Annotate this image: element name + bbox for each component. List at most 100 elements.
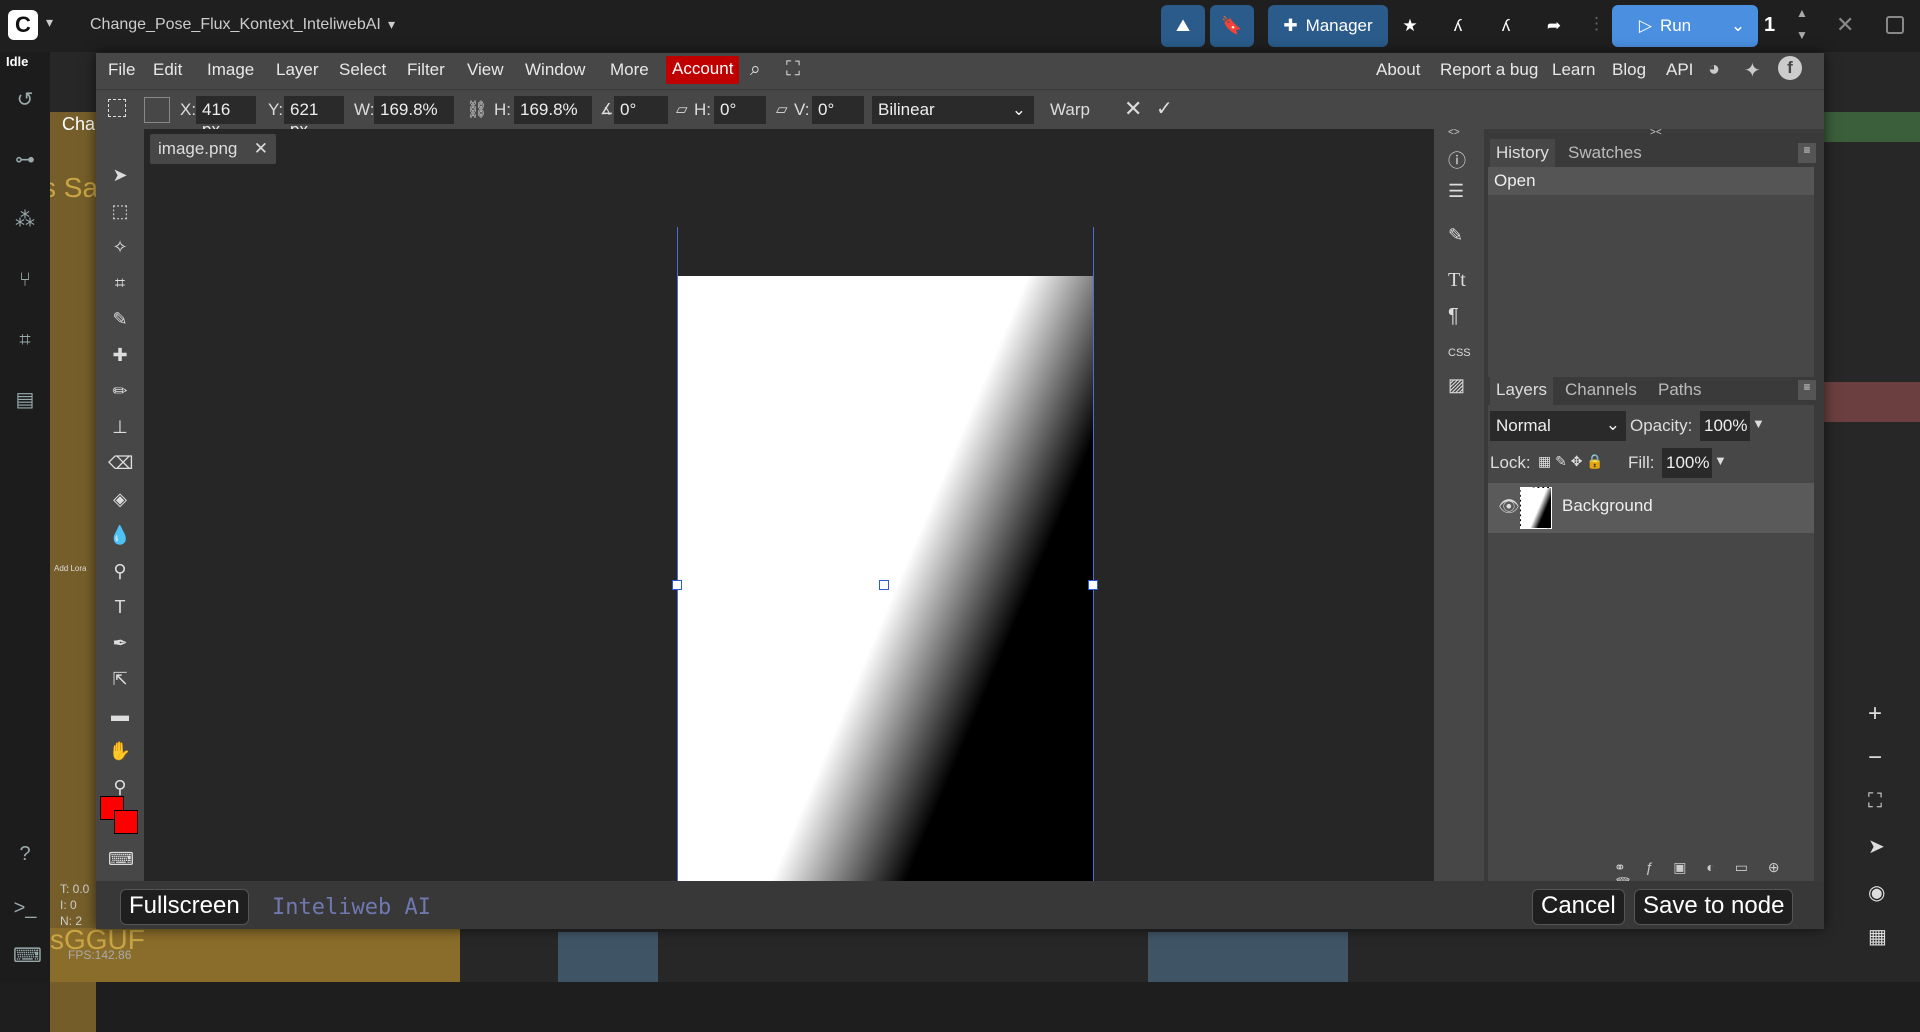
layer-visibility-eye-icon[interactable]: 👁 xyxy=(1498,497,1520,517)
height-input[interactable]: 169.8% xyxy=(514,96,592,124)
fill-dropdown-icon[interactable]: ▼ xyxy=(1714,453,1727,468)
menu-layer[interactable]: Layer xyxy=(276,60,319,80)
zoom-out-icon[interactable]: − xyxy=(1868,744,1882,772)
minimap-icon[interactable]: ▦ xyxy=(1868,924,1887,949)
tab-layers[interactable]: Layers xyxy=(1490,375,1554,405)
eraser-tool-icon[interactable]: ⌫ xyxy=(108,451,133,475)
cancel-button[interactable]: Cancel xyxy=(1532,889,1625,925)
menu-edit[interactable]: Edit xyxy=(153,60,182,80)
menu-blog[interactable]: Blog xyxy=(1612,60,1646,80)
info-icon[interactable]: ⓘ xyxy=(1448,147,1466,173)
crop-tool-icon[interactable]: ⌗ xyxy=(108,271,132,295)
facebook-icon[interactable]: f xyxy=(1778,56,1802,80)
workflow-title[interactable]: Change_Pose_Flux_Kontext_InteliwebAI xyxy=(90,16,381,34)
star-button[interactable]: ★ xyxy=(1392,5,1428,47)
pen-tool-icon[interactable]: ✒ xyxy=(108,631,132,655)
hook-button-2[interactable]: ʎ xyxy=(1488,5,1524,47)
angle-input[interactable]: 0° xyxy=(614,96,668,124)
templates-icon[interactable]: ⌗ xyxy=(13,328,37,352)
keyboard-icon[interactable]: ⌨ xyxy=(108,847,134,871)
css-icon[interactable]: CSS xyxy=(1448,347,1471,359)
run-button[interactable]: ▷ Run xyxy=(1612,5,1718,47)
adjustments-icon[interactable]: ☰ xyxy=(1448,181,1464,202)
transform-handle-left[interactable] xyxy=(672,580,682,590)
manager-button[interactable]: ✚ Manager xyxy=(1268,5,1388,47)
dodge-tool-icon[interactable]: ⚲ xyxy=(108,559,132,583)
locate-icon[interactable]: ➤ xyxy=(1868,834,1885,859)
lock-options-icon[interactable]: ▦ ✎ ✥ 🔒 xyxy=(1538,453,1604,470)
tab-history[interactable]: History xyxy=(1490,139,1555,167)
transform-handle-center[interactable] xyxy=(879,580,889,590)
account-button[interactable]: Account xyxy=(666,56,740,84)
image-icon[interactable]: ▨ xyxy=(1448,375,1465,396)
save-to-node-button[interactable]: Save to node xyxy=(1634,889,1794,925)
editor-canvas-area[interactable] xyxy=(144,129,1434,919)
node-library-icon[interactable]: ⊶ xyxy=(13,148,37,172)
expand-icon[interactable]: <> xyxy=(1448,127,1460,138)
skew-h-input[interactable]: 0° xyxy=(714,96,766,124)
fill-tool-icon[interactable]: ◈ xyxy=(108,487,132,511)
layers-panel-menu-icon[interactable]: ≡ xyxy=(1798,380,1816,400)
opacity-input[interactable]: 100% xyxy=(1700,411,1750,441)
workflow-chevron-icon[interactable]: ▾ xyxy=(388,16,395,33)
brush-settings-icon[interactable]: ✎ xyxy=(1448,225,1463,246)
terminal-icon[interactable]: >_ xyxy=(13,896,37,920)
model-library-icon[interactable]: ⁂ xyxy=(13,208,37,232)
layer-name[interactable]: Background xyxy=(1562,496,1653,516)
twitter-icon[interactable]: ✦ xyxy=(1744,58,1761,83)
blur-tool-icon[interactable]: 💧 xyxy=(108,523,132,547)
menu-api[interactable]: API xyxy=(1666,60,1693,80)
eyedropper-tool-icon[interactable]: ✎ xyxy=(108,307,132,331)
keyboard-icon[interactable]: ⌨ xyxy=(13,944,42,968)
move-tool-icon[interactable]: ➤ xyxy=(108,163,132,187)
search-icon[interactable]: ⌕ xyxy=(750,59,761,81)
share-button[interactable]: ➦ xyxy=(1536,5,1572,47)
menu-about[interactable]: About xyxy=(1376,60,1420,80)
tab-channels[interactable]: Channels xyxy=(1565,380,1637,400)
menu-learn[interactable]: Learn xyxy=(1552,60,1595,80)
workflows-icon[interactable]: ⑂ xyxy=(13,268,37,292)
link-icon[interactable]: ⛓ xyxy=(466,100,488,120)
history-panel-menu-icon[interactable]: ≡ xyxy=(1798,143,1816,163)
menu-report-bug[interactable]: Report a bug xyxy=(1440,60,1538,80)
menu-image[interactable]: Image xyxy=(207,60,254,80)
fullscreen-button[interactable]: Fullscreen xyxy=(120,889,249,925)
close-tab-icon[interactable]: ✕ xyxy=(254,139,268,159)
queue-icon[interactable]: ▤ xyxy=(13,388,37,412)
decrement-icon[interactable]: ▼ xyxy=(1796,28,1808,42)
tab-swatches[interactable]: Swatches xyxy=(1568,143,1642,163)
menu-more[interactable]: More xyxy=(610,60,649,80)
tab-paths[interactable]: Paths xyxy=(1658,380,1701,400)
menu-file[interactable]: File xyxy=(108,60,135,80)
cancel-transform-icon[interactable]: ✕ xyxy=(1124,96,1142,122)
fill-input[interactable]: 100% xyxy=(1662,448,1712,478)
comfy-logo-icon[interactable]: C xyxy=(8,10,38,40)
magic-wand-tool-icon[interactable]: ✧ xyxy=(108,235,132,259)
marquee-tool-icon[interactable]: ⬚ xyxy=(108,199,132,223)
path-select-tool-icon[interactable]: ⇱ xyxy=(108,667,132,691)
interpolation-select[interactable]: Bilinear ⌄ xyxy=(872,96,1034,124)
menu-window[interactable]: Window xyxy=(525,60,585,80)
character-icon[interactable]: Tt xyxy=(1448,269,1466,292)
eye-icon[interactable]: ◉ xyxy=(1868,880,1885,905)
history-icon[interactable]: ↺ xyxy=(13,88,37,112)
collapse-icon[interactable]: >< xyxy=(1650,127,1662,138)
hook-button-1[interactable]: ʎ xyxy=(1440,5,1476,47)
help-icon[interactable]: ? xyxy=(13,842,37,866)
menu-filter[interactable]: Filter xyxy=(407,60,445,80)
ai-icon-button[interactable]: ⛰ xyxy=(1161,5,1205,47)
background-color-swatch[interactable] xyxy=(114,810,138,834)
queue-count[interactable]: 1 xyxy=(1764,14,1775,37)
history-entry-open[interactable]: Open xyxy=(1488,167,1814,195)
skew-v-input[interactable]: 0° xyxy=(812,96,864,124)
hand-tool-icon[interactable]: ✋ xyxy=(108,739,132,763)
menu-view[interactable]: View xyxy=(467,60,504,80)
opacity-dropdown-icon[interactable]: ▼ xyxy=(1752,416,1765,431)
fullscreen-icon[interactable]: ⛶ xyxy=(786,58,800,81)
window-icon[interactable] xyxy=(1886,16,1904,34)
logo-menu-chevron-icon[interactable]: ▾ xyxy=(46,14,53,31)
bookmark-button[interactable]: 🔖 xyxy=(1210,5,1254,47)
warp-button[interactable]: Warp xyxy=(1050,100,1090,120)
run-options-chevron-icon[interactable]: ⌄ xyxy=(1718,5,1758,47)
increment-icon[interactable]: ▲ xyxy=(1796,6,1808,20)
